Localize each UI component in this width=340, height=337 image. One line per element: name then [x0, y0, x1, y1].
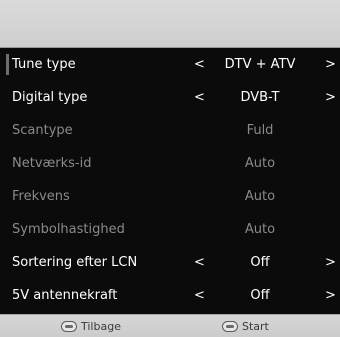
row-label: Tune type	[12, 57, 76, 72]
menu-row-antenna-power[interactable]: 5V antennekraft < Off >	[0, 279, 340, 312]
row-label: Frekvens	[12, 189, 70, 204]
menu-row-symbol-rate: Symbolhastighed Auto	[0, 213, 340, 246]
row-label: Symbolhastighed	[12, 222, 125, 237]
back-label: Tilbage	[81, 320, 121, 333]
ok-button-icon	[222, 321, 238, 332]
row-value: Auto	[244, 189, 276, 204]
row-label: Scantype	[12, 123, 73, 138]
menu-row-tune-type[interactable]: Tune type < DTV + ATV >	[0, 48, 340, 81]
chevron-right-icon[interactable]: >	[325, 246, 336, 279]
row-value: Auto	[244, 156, 276, 171]
row-label: Digital type	[12, 90, 88, 105]
row-label: 5V antennekraft	[12, 288, 118, 303]
chevron-right-icon[interactable]: >	[325, 81, 336, 114]
start-label: Start	[242, 320, 269, 333]
start-hint[interactable]: Start	[222, 315, 269, 337]
row-value: Off	[250, 288, 270, 303]
chevron-right-icon[interactable]: >	[325, 279, 336, 312]
row-value: Off	[250, 255, 270, 270]
menu-row-digital-type[interactable]: Digital type < DVB-T >	[0, 81, 340, 114]
chevron-left-icon[interactable]: <	[194, 48, 205, 81]
tv-menu-screen: Tune type < DTV + ATV > Digital type < D…	[0, 0, 340, 337]
chevron-left-icon[interactable]: <	[194, 246, 205, 279]
row-value: DVB-T	[240, 90, 280, 105]
back-hint[interactable]: Tilbage	[61, 315, 121, 337]
header-bar	[0, 0, 340, 48]
row-label: Netværks-id	[12, 156, 92, 171]
menu-button-icon	[61, 321, 77, 332]
row-value: DTV + ATV	[224, 57, 296, 72]
menu-row-lcn-sorting[interactable]: Sortering efter LCN < Off >	[0, 246, 340, 279]
channel-tuning-menu: Tune type < DTV + ATV > Digital type < D…	[0, 48, 340, 314]
row-label: Sortering efter LCN	[12, 255, 138, 270]
menu-row-scantype: Scantype Fuld	[0, 114, 340, 147]
menu-row-frequency: Frekvens Auto	[0, 180, 340, 213]
row-value: Auto	[244, 222, 276, 237]
chevron-left-icon[interactable]: <	[194, 279, 205, 312]
menu-row-network-id: Netværks-id Auto	[0, 147, 340, 180]
row-value: Fuld	[246, 123, 274, 138]
chevron-right-icon[interactable]: >	[325, 48, 336, 81]
chevron-left-icon[interactable]: <	[194, 81, 205, 114]
footer-hint-bar: Tilbage Start	[0, 314, 340, 337]
